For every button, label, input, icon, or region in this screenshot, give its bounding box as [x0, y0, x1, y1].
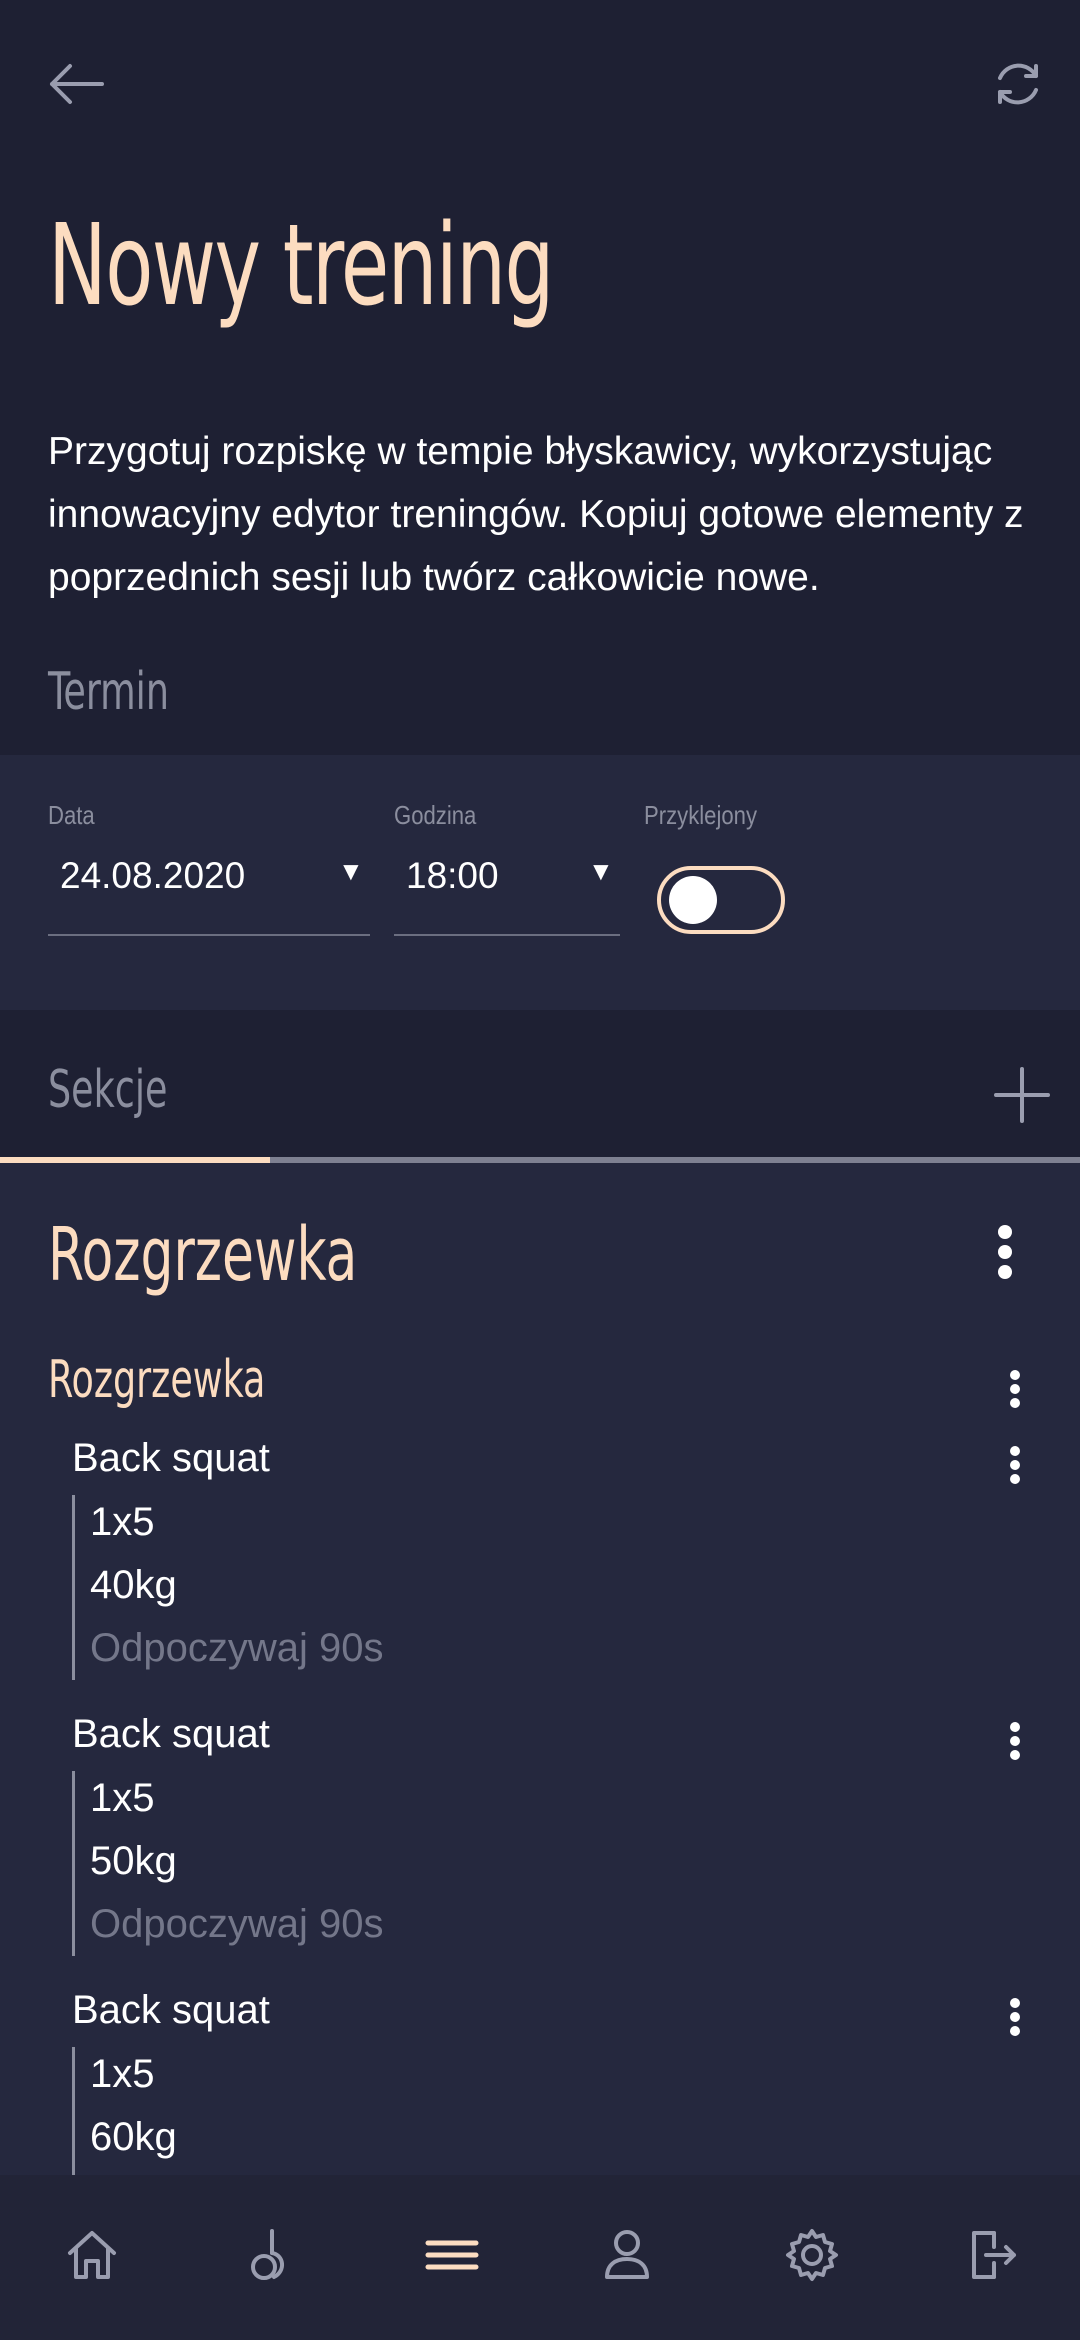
exercise-sets: 1x5: [90, 1776, 155, 1820]
section-title: Rozgrzewka: [48, 1212, 358, 1298]
bottom-navigation: [0, 2175, 1080, 2340]
time-label: Godzina: [394, 800, 477, 830]
exercise-menu-button[interactable]: [995, 1996, 1035, 2038]
exercise-weight: 50kg: [90, 1839, 177, 1883]
exercise-line: [72, 1771, 75, 1956]
nav-logout[interactable]: [942, 2215, 1042, 2295]
exercise-name[interactable]: Back squat: [72, 1712, 270, 1757]
pinned-label: Przyklejony: [644, 800, 757, 830]
pinned-toggle[interactable]: [657, 866, 785, 934]
time-underline: [394, 934, 620, 936]
nav-profile[interactable]: [577, 2215, 677, 2295]
header: [0, 0, 1080, 755]
exercise-weight: 60kg: [90, 2115, 177, 2159]
add-section-button[interactable]: [982, 1055, 1062, 1135]
termin-heading: Termin: [48, 662, 169, 722]
section-menu-button[interactable]: [985, 1222, 1025, 1282]
date-underline: [48, 934, 370, 936]
exercise-sets: 1x5: [90, 2052, 155, 2096]
home-icon: [68, 2231, 116, 2279]
exercise-rest: Odpoczywaj 90s: [90, 1902, 384, 1946]
exercise-sets: 1x5: [90, 1500, 155, 1544]
date-select[interactable]: 24.08.2020: [60, 855, 245, 897]
nav-workouts[interactable]: [222, 2215, 322, 2295]
back-button[interactable]: [36, 44, 116, 124]
menu-icon: [425, 2240, 479, 2270]
nav-menu[interactable]: [402, 2215, 502, 2295]
time-dropdown-icon[interactable]: ▼: [588, 856, 614, 887]
page-title: Nowy trening: [48, 201, 554, 331]
sections-heading: Sekcje: [48, 1060, 168, 1120]
group-title: Rozgrzewka: [48, 1350, 266, 1410]
group-menu-button[interactable]: [995, 1368, 1035, 1410]
exercise-weight: 40kg: [90, 1563, 177, 1607]
nav-home[interactable]: [42, 2215, 142, 2295]
date-dropdown-icon[interactable]: ▼: [338, 856, 364, 887]
time-select[interactable]: 18:00: [406, 855, 499, 897]
kettlebell-icon: [251, 2229, 284, 2280]
exercise-rest: Odpoczywaj 90s: [90, 1626, 384, 1670]
refresh-button[interactable]: [978, 44, 1058, 124]
exercise-menu-button[interactable]: [995, 1444, 1035, 1486]
page-description: Przygotuj rozpiskę w tempie błyskawicy, …: [48, 430, 1024, 599]
exercise-name[interactable]: Back squat: [72, 1988, 270, 2033]
exercise-menu-button[interactable]: [995, 1720, 1035, 1762]
profile-icon: [605, 2230, 649, 2279]
date-label: Data: [48, 800, 95, 830]
logout-icon: [972, 2231, 1016, 2279]
settings-icon: [786, 2229, 838, 2281]
nav-settings[interactable]: [762, 2215, 862, 2295]
exercise-line: [72, 1495, 75, 1680]
exercise-line: [72, 2047, 75, 2175]
toggle-knob: [669, 876, 717, 924]
exercise-name[interactable]: Back squat: [72, 1436, 270, 1481]
refresh-icon: [998, 63, 1038, 105]
plus-icon: [994, 1067, 1050, 1123]
arrow-left-icon: [50, 64, 104, 104]
